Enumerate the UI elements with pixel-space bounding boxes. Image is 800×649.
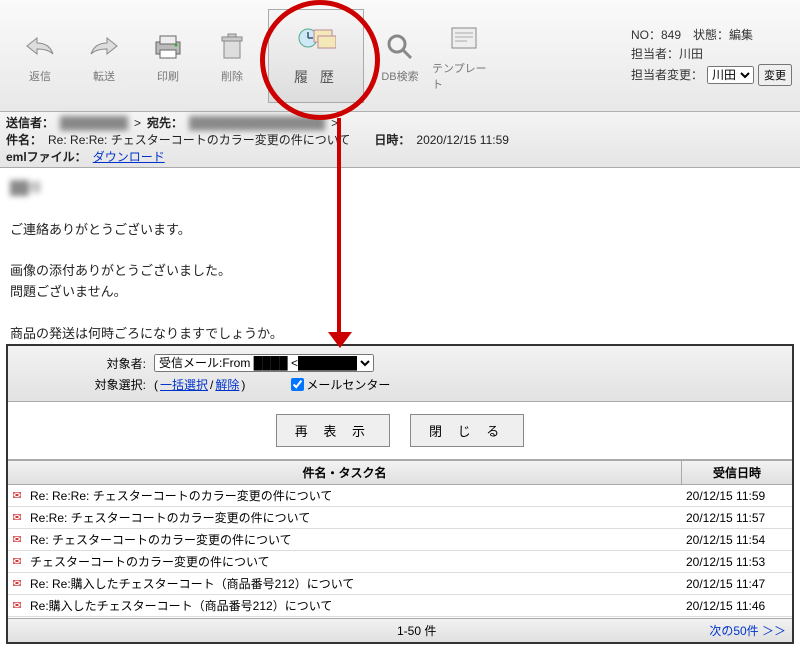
addr-value: ████████████████: [189, 116, 325, 130]
toolbar-info: NO：849 状態：編集 担当者：川田 担当者変更： 川田 変更: [631, 26, 792, 86]
date-value: 2020/12/15 11:59: [416, 133, 509, 147]
reply-button[interactable]: 返信: [8, 11, 72, 101]
target-select[interactable]: 受信メール:From ████ <████████> ∨: [154, 354, 374, 372]
forward-button[interactable]: 転送: [72, 11, 136, 101]
printer-icon: [150, 28, 186, 64]
subject-value: Re: Re:Re: チェスターコートのカラー変更の件について: [48, 131, 350, 148]
mail-icon: ✉: [8, 555, 26, 568]
history-label: 履 歴: [294, 67, 338, 87]
row-subject: チェスターコートのカラー変更の件について: [26, 551, 682, 572]
pager-label: 1-50 件: [124, 622, 709, 639]
message-header: 送信者： ████████ > 宛先： ████████████████ > 件…: [0, 112, 800, 168]
batch-clear-link[interactable]: 解除: [215, 378, 239, 392]
eml-download-link[interactable]: ダウンロード: [93, 148, 165, 165]
row-date: 20/12/15 11:57: [682, 509, 792, 527]
record-number: NO：849: [631, 28, 681, 42]
history-table: 件名・タスク名 受信日時 ✉Re: Re:Re: チェスターコートのカラー変更の…: [8, 460, 792, 642]
trash-icon: [214, 28, 250, 64]
row-subject: Re:Re: チェスターコートのカラー変更の件について: [26, 507, 682, 528]
forward-icon: [86, 28, 122, 64]
mail-icon: ✉: [8, 533, 26, 546]
history-filter-bar: 対象者: 受信メール:From ████ <████████> ∨ 対象選択: …: [8, 346, 792, 402]
mail-icon: ✉: [8, 489, 26, 502]
sender-label: 送信者：: [6, 114, 54, 131]
assignee-change-label: 担当者変更：: [631, 66, 703, 83]
mail-icon: ✉: [8, 511, 26, 524]
table-row[interactable]: ✉Re: Re:購入したチェスターコート（商品番号212）について20/12/1…: [8, 573, 792, 595]
history-icon: [296, 24, 336, 63]
table-row[interactable]: ✉Re:Re: チェスターコートのカラー変更の件について20/12/15 11:…: [8, 507, 792, 529]
status-label: 状態：編集: [693, 28, 753, 42]
change-button[interactable]: 変更: [758, 64, 792, 86]
redisplay-button[interactable]: 再 表 示: [276, 414, 390, 447]
dbsearch-button[interactable]: DB検索: [368, 11, 432, 101]
mail-icon: ✉: [8, 599, 26, 612]
close-button[interactable]: 閉 じ る: [410, 414, 524, 447]
col-subject: 件名・タスク名: [8, 461, 682, 484]
row-subject: Re: チェスターコートのカラー変更の件について: [26, 529, 682, 550]
highlight-arrow-line: [337, 118, 341, 336]
reply-icon: [22, 28, 58, 64]
body-line4: 商品の発送は何時ごろになりますでしょうか。: [10, 324, 790, 345]
table-row[interactable]: ✉Re: チェスターコートのカラー変更の件について20/12/15 11:54: [8, 529, 792, 551]
row-subject: Re:購入したチェスターコート（商品番号212）について: [26, 595, 682, 616]
row-date: 20/12/15 11:53: [682, 553, 792, 571]
body-line3: 問題ございません。: [10, 282, 790, 303]
row-subject: Re: Re:購入したチェスターコート（商品番号212）について: [26, 573, 682, 594]
date-label: 日時：: [374, 131, 410, 148]
delete-button[interactable]: 削除: [200, 11, 264, 101]
body-line1: ご連絡ありがとうございます。: [10, 220, 790, 241]
highlight-arrow-head: [328, 332, 352, 348]
target-label: 対象者:: [16, 355, 146, 372]
history-table-body: ✉Re: Re:Re: チェスターコートのカラー変更の件について20/12/15…: [8, 485, 792, 618]
table-row[interactable]: ✉Re:購入したチェスターコート（商品番号212）について20/12/15 11…: [8, 595, 792, 617]
template-button[interactable]: テンプレート: [432, 11, 496, 101]
body-greeting: ██様: [10, 178, 41, 199]
col-date: 受信日時: [682, 461, 792, 484]
print-button[interactable]: 印刷: [136, 11, 200, 101]
table-row[interactable]: ✉チェスターコートのカラー変更の件について20/12/15 11:53: [8, 551, 792, 573]
select-label: 対象選択:: [16, 376, 146, 393]
next-page-link[interactable]: 次の50件 ＞＞: [709, 622, 786, 639]
history-buttons: 再 表 示 閉 じ る: [8, 402, 792, 460]
batch-select-link[interactable]: 一括選択: [160, 378, 208, 392]
message-body: ██様 ご連絡ありがとうございます。 画像の添付ありがとうございました。 問題ご…: [0, 168, 800, 338]
assignee-select[interactable]: 川田: [707, 66, 754, 84]
addr-label: 宛先：: [147, 114, 183, 131]
history-button[interactable]: 履 歴: [268, 9, 364, 103]
row-subject: Re: Re:Re: チェスターコートのカラー変更の件について: [26, 485, 682, 506]
history-window: 対象者: 受信メール:From ████ <████████> ∨ 対象選択: …: [6, 344, 794, 644]
subject-label: 件名：: [6, 131, 42, 148]
row-date: 20/12/15 11:59: [682, 487, 792, 505]
mailcenter-checkbox[interactable]: [291, 378, 304, 391]
row-date: 20/12/15 11:46: [682, 597, 792, 615]
sender-value: ████████: [60, 116, 128, 130]
history-footer: 1-50 件 次の50件 ＞＞: [8, 618, 792, 642]
table-row[interactable]: ✉Re: Re:Re: チェスターコートのカラー変更の件について20/12/15…: [8, 485, 792, 507]
row-date: 20/12/15 11:54: [682, 531, 792, 549]
mail-icon: ✉: [8, 577, 26, 590]
main-toolbar: 返信 転送 印刷 削除 履 歴 DB検索 テンプレート NO：849 状態：編集…: [0, 0, 800, 112]
body-line2: 画像の添付ありがとうございました。: [10, 261, 790, 282]
assignee-label: 担当者：川田: [631, 45, 703, 62]
row-date: 20/12/15 11:47: [682, 575, 792, 593]
eml-label: emlファイル：: [6, 148, 87, 165]
mailcenter-label: メールセンター: [306, 376, 390, 393]
history-table-head: 件名・タスク名 受信日時: [8, 460, 792, 485]
template-icon: [446, 20, 482, 56]
search-icon: [382, 28, 418, 64]
